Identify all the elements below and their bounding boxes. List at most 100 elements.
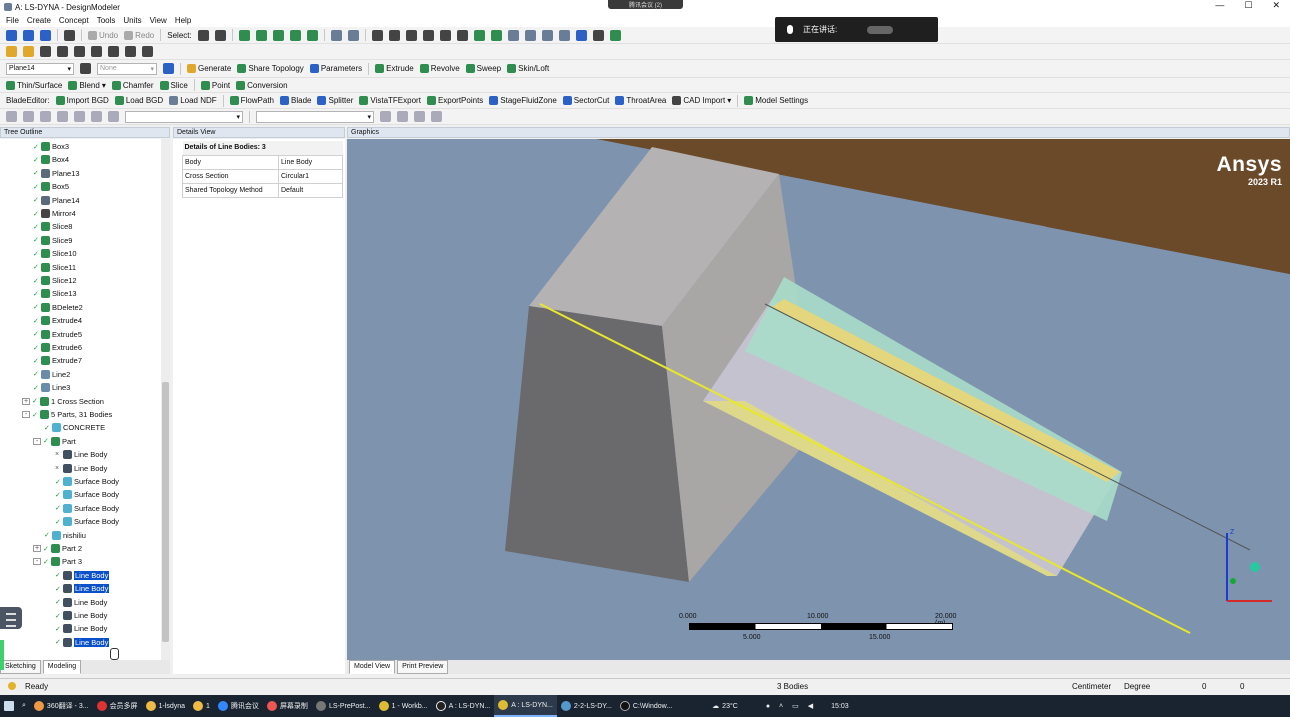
- load-ndf-button[interactable]: Load NDF: [169, 96, 217, 105]
- tree-item[interactable]: ✓ Line Body: [55, 596, 107, 609]
- menu-concept[interactable]: Concept: [59, 16, 89, 25]
- menu-units[interactable]: Units: [123, 16, 141, 25]
- menu-create[interactable]: Create: [27, 16, 51, 25]
- tree-item[interactable]: ✓ Slice11: [33, 261, 76, 274]
- tree-item[interactable]: ✓ Plane13: [33, 167, 80, 180]
- tree-item[interactable]: + ✓ 1 Cross Section: [22, 395, 104, 408]
- new-plane-icon[interactable]: [80, 63, 91, 74]
- taskbar-item[interactable]: 1-lsdyna: [142, 695, 189, 717]
- select-filter-icon[interactable]: [214, 29, 226, 41]
- new-sketch-icon[interactable]: [57, 46, 68, 57]
- tree-item[interactable]: × Line Body: [55, 448, 107, 461]
- tray-icons[interactable]: ● ˄ ▭ ◀: [762, 695, 817, 717]
- menu-file[interactable]: File: [6, 16, 19, 25]
- stagefluidzone-button[interactable]: StageFluidZone: [489, 96, 557, 105]
- tree-item[interactable]: ✓ Line3: [33, 381, 70, 394]
- undo-button[interactable]: Undo: [88, 30, 118, 40]
- redo-button[interactable]: Redo: [124, 30, 154, 40]
- generate-button[interactable]: Generate: [187, 64, 231, 73]
- load-bgd-button[interactable]: Load BGD: [114, 96, 163, 105]
- tree-item[interactable]: ✓ Extrude4: [33, 314, 82, 327]
- body-filter-icon[interactable]: [289, 29, 301, 41]
- tree-item[interactable]: ✓ Extrude7: [33, 354, 82, 367]
- iso-view-icon[interactable]: [541, 29, 553, 41]
- floating-menu-button[interactable]: [0, 607, 22, 629]
- revolve-button[interactable]: Revolve: [419, 64, 460, 73]
- menu-tools[interactable]: Tools: [97, 16, 116, 25]
- display-mode-icon[interactable]: [558, 29, 570, 41]
- view-tool-icon[interactable]: [414, 111, 425, 122]
- sketch-tool-icon[interactable]: [40, 111, 51, 122]
- tab-print-preview[interactable]: Print Preview: [397, 660, 449, 674]
- taskbar-item[interactable]: C:\Window...: [616, 695, 676, 717]
- look-at-icon[interactable]: [108, 46, 119, 57]
- tree-item[interactable]: ✓ Slice12: [33, 274, 77, 287]
- point-display-icon[interactable]: [592, 29, 604, 41]
- tree-item[interactable]: - ✓ 5 Parts, 31 Bodies: [22, 408, 112, 421]
- taskbar-item[interactable]: 2-2-LS-DY...: [557, 695, 616, 717]
- tree-item[interactable]: ✓ Surface Body: [55, 488, 119, 501]
- view-tool-icon[interactable]: [380, 111, 391, 122]
- select-all-icon[interactable]: [330, 29, 342, 41]
- plane-select[interactable]: Plane14 ▾: [6, 62, 74, 75]
- import-bgd-button[interactable]: Import BGD: [55, 96, 109, 105]
- tab-sketching[interactable]: Sketching: [0, 660, 41, 674]
- details-row[interactable]: Cross Section Circular1: [182, 168, 343, 184]
- weather[interactable]: ☁ 23°C: [708, 695, 742, 717]
- collapse-icon[interactable]: -: [33, 558, 41, 566]
- extend-selection-icon[interactable]: [306, 29, 318, 41]
- extrude-button[interactable]: Extrude: [375, 64, 414, 73]
- sketch-tool-icon[interactable]: [108, 111, 119, 122]
- sectorcut-button[interactable]: SectorCut: [562, 96, 609, 105]
- new-icon[interactable]: [6, 29, 17, 41]
- view-tool-icon[interactable]: [397, 111, 408, 122]
- vistatfexport-button[interactable]: VistaTFExport: [359, 96, 421, 105]
- tree-item[interactable]: ✓ Surface Body: [55, 502, 119, 515]
- sketch-flip-icon[interactable]: [142, 46, 153, 57]
- cad-import-button[interactable]: CAD Import ▾: [672, 96, 731, 105]
- face-filter-icon[interactable]: [272, 29, 284, 41]
- sketch-filter-select[interactable]: ▾: [125, 110, 243, 123]
- help-icon[interactable]: [609, 29, 621, 41]
- tree-item[interactable]: ✓ Line Body: [55, 622, 107, 635]
- save-icon[interactable]: [40, 29, 51, 41]
- tree-item[interactable]: ✓ Box4: [33, 153, 69, 166]
- new-sketch-icon[interactable]: [163, 63, 174, 74]
- taskbar-item[interactable]: 1: [189, 695, 214, 717]
- slice-button[interactable]: Slice: [159, 80, 188, 90]
- open-icon[interactable]: [23, 29, 34, 41]
- taskbar-item[interactable]: LS-PrePost...: [312, 695, 375, 717]
- zoom-fit-icon[interactable]: [439, 29, 451, 41]
- taskbar-item[interactable]: 1 - Workb...: [375, 695, 432, 717]
- tree-item[interactable]: - ✓ Part: [33, 435, 76, 448]
- tree-item[interactable]: + ✓ Part 2: [33, 542, 82, 555]
- taskbar-item[interactable]: 屏幕录制: [263, 695, 312, 717]
- pan-icon[interactable]: [388, 29, 400, 41]
- tree-item[interactable]: ✓ Line Body: [55, 609, 107, 622]
- share-topology-button[interactable]: Share Topology: [237, 64, 304, 73]
- tree-item[interactable]: ✓ Extrude5: [33, 328, 82, 341]
- edge-filter-icon[interactable]: [255, 29, 267, 41]
- wireframe-icon[interactable]: [575, 29, 587, 41]
- zoom-out-icon[interactable]: [490, 29, 502, 41]
- new-plane-icon[interactable]: [40, 46, 51, 57]
- select-mode-icon[interactable]: [197, 29, 209, 41]
- sketch-tool-icon[interactable]: [23, 111, 34, 122]
- sketch-layer-icon[interactable]: [23, 46, 34, 57]
- zoom-icon[interactable]: [405, 29, 417, 41]
- sketch-tool-icon[interactable]: [74, 111, 85, 122]
- point-filter-icon[interactable]: [238, 29, 250, 41]
- graphics-viewport[interactable]: Ansys 2023 R1 Z 0.000 10.000 20.000 (m) …: [347, 139, 1290, 660]
- details-row[interactable]: Body Line Body: [182, 154, 343, 170]
- next-view-icon[interactable]: [524, 29, 536, 41]
- expand-icon[interactable]: +: [33, 545, 41, 552]
- view-tool-icon[interactable]: [431, 111, 442, 122]
- screenshot-icon[interactable]: [64, 29, 75, 41]
- tab-modeling[interactable]: Modeling: [42, 660, 82, 674]
- menu-help[interactable]: Help: [175, 16, 191, 25]
- throatarea-button[interactable]: ThroatArea: [615, 96, 666, 105]
- tree-item[interactable]: ✓ Slice8: [33, 220, 72, 233]
- tab-model-view[interactable]: Model View: [349, 660, 396, 674]
- tree-item[interactable]: ✓ Line2: [33, 368, 70, 381]
- sketch-color-icon[interactable]: [6, 46, 17, 57]
